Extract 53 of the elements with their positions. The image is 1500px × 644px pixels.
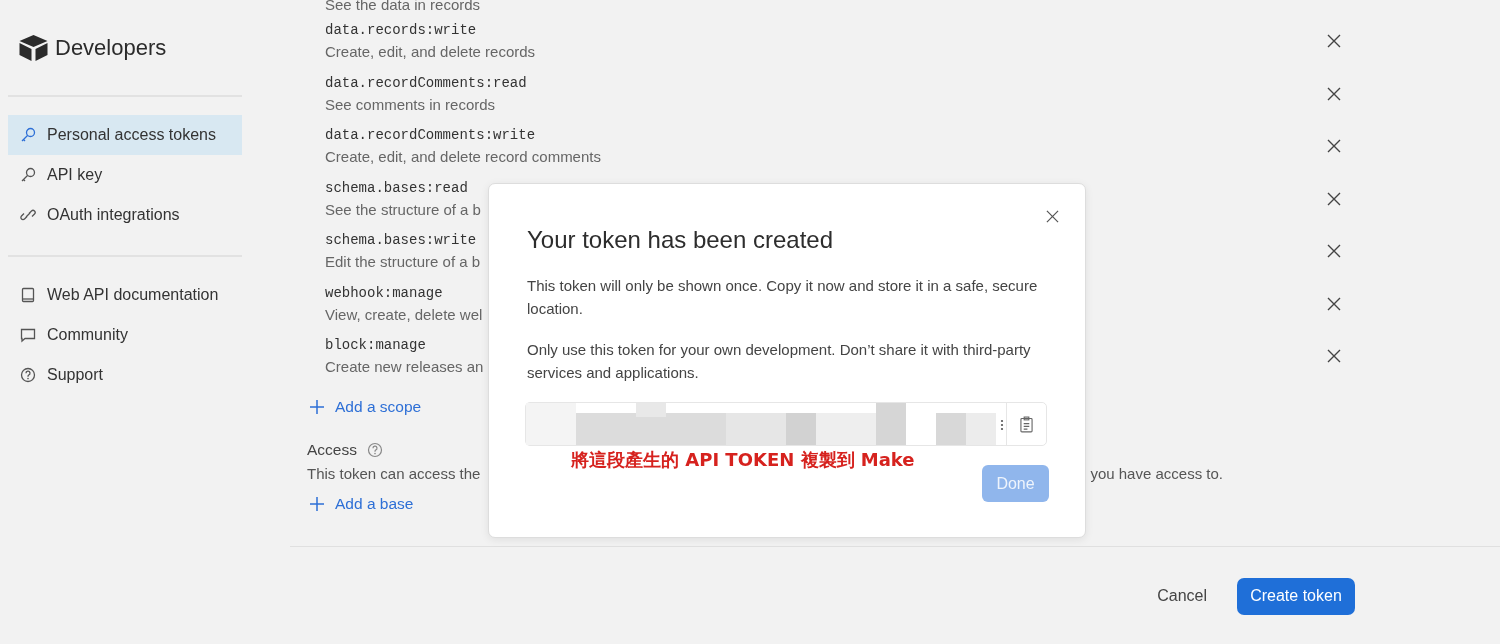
close-icon [1327, 244, 1341, 259]
scope-name: data.records:write [325, 22, 478, 39]
scope-description: View, create, delete wel [325, 305, 483, 323]
help-icon [20, 367, 36, 383]
sidebar-item[interactable]: Support [8, 355, 242, 395]
cancel-button[interactable]: Cancel [1153, 579, 1211, 613]
plus-icon [309, 495, 325, 512]
close-icon [1327, 296, 1341, 311]
access-description: you have access to. [1090, 464, 1223, 482]
close-icon [1327, 191, 1341, 206]
sidebar-item[interactable]: Community [8, 315, 242, 355]
dialog-title: Your token has been created [527, 226, 834, 254]
clipboard-icon [1020, 415, 1033, 433]
close-icon [1327, 349, 1341, 364]
close-button[interactable] [1046, 210, 1059, 223]
sidebar-item[interactable]: Personal access tokens [8, 115, 242, 155]
key-icon [20, 167, 36, 183]
chat-icon [20, 327, 36, 343]
scope-description: See the structure of a b [325, 200, 481, 218]
more-icon [1000, 419, 1004, 431]
plus-icon [309, 398, 325, 415]
scope-name: data.recordComments:write [325, 127, 537, 144]
sidebar-item[interactable]: Web API documentation [8, 275, 242, 315]
link-icon [20, 207, 36, 223]
add-scope-link[interactable]: Add a scope [309, 394, 1500, 419]
access-heading: Access [307, 440, 357, 459]
scope-description: See the data in records [325, 0, 482, 13]
scope-description: Create, edit, and delete record comments [325, 148, 601, 166]
logo-text: Developers [55, 35, 167, 61]
dialog-text: Only use this token for your own development. Don’t share it with third-party services and applications. [527, 340, 1032, 383]
sidebar-item[interactable]: OAuth integrations [8, 195, 242, 235]
create-token-button[interactable]: Create token [1237, 577, 1355, 615]
scope-name: block:manage [325, 337, 427, 354]
close-icon [1327, 86, 1341, 101]
scope-name: schema.bases:read [325, 179, 469, 196]
scope-name: webhook:manage [325, 284, 444, 301]
help-icon [366, 441, 383, 458]
close-icon [1046, 210, 1059, 223]
cube-logo-icon [18, 34, 49, 62]
scope-description: Create, edit, and delete records [325, 43, 536, 61]
scope-description: Edit the structure of a b [325, 253, 481, 271]
dialog-text: This token will only be shown once. Copy it now and store it in a safe, secure location. [527, 276, 1039, 319]
scope-description: See comments in records [325, 95, 497, 113]
sidebar-item[interactable]: API key [8, 155, 242, 195]
book-icon [20, 287, 36, 303]
scope-name: data.recordComments:read [325, 74, 527, 91]
annotation: 將這段產生的 API TOKEN 複製到 Make [571, 448, 915, 472]
close-icon [1327, 34, 1341, 49]
scope-description: Create new releases an [325, 358, 484, 376]
access-description: This token can access the [307, 464, 481, 482]
scope-name: schema.bases:write [325, 232, 478, 249]
key-icon [20, 127, 36, 143]
close-icon [1327, 139, 1341, 154]
